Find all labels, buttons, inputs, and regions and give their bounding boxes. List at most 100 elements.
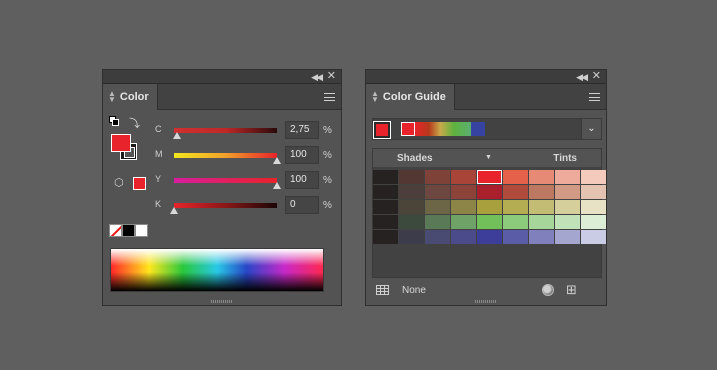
- slider-label: Y: [155, 174, 162, 184]
- panel-menu-icon[interactable]: [589, 93, 600, 101]
- collapse-icon[interactable]: ◀◀: [576, 71, 588, 83]
- guide-color-cell[interactable]: [451, 170, 476, 184]
- guide-color-cell[interactable]: [399, 230, 424, 244]
- guide-color-cell[interactable]: [477, 230, 502, 244]
- harmony-rules-strip[interactable]: [401, 122, 485, 136]
- guide-color-cell[interactable]: [373, 230, 398, 244]
- close-icon[interactable]: ✕: [592, 70, 601, 83]
- tab-arrows-icon: ▲ ▼: [371, 89, 379, 104]
- guide-grid-area: Shades ▼ Tints: [372, 148, 606, 278]
- guide-color-cell[interactable]: [373, 215, 398, 229]
- chevron-down-icon[interactable]: ⌄: [581, 119, 601, 139]
- guide-color-cell[interactable]: [425, 170, 450, 184]
- guide-color-cell[interactable]: [529, 200, 554, 214]
- guide-color-cell[interactable]: [503, 215, 528, 229]
- slider-value-field[interactable]: 2,75: [285, 121, 319, 139]
- guide-color-cell[interactable]: [477, 215, 502, 229]
- guide-color-cell[interactable]: [373, 170, 398, 184]
- slider-track[interactable]: [174, 128, 277, 133]
- shades-label: Shades: [397, 153, 433, 164]
- collapse-icon[interactable]: ◀◀: [311, 71, 323, 83]
- guide-color-cell[interactable]: [581, 200, 606, 214]
- guide-color-cell[interactable]: [555, 215, 580, 229]
- guide-color-cell[interactable]: [529, 230, 554, 244]
- slider-track[interactable]: [174, 178, 277, 183]
- guide-color-cell[interactable]: [503, 170, 528, 184]
- guide-color-cell[interactable]: [451, 185, 476, 199]
- tab-color-guide[interactable]: ▲ ▼ Color Guide: [366, 84, 455, 110]
- guide-color-cell[interactable]: [425, 230, 450, 244]
- guide-color-cell[interactable]: [555, 230, 580, 244]
- resize-grip[interactable]: [211, 300, 233, 303]
- cube-icon[interactable]: ⬡: [114, 178, 125, 189]
- tab-color[interactable]: ▲ ▼ Color: [103, 84, 158, 110]
- fill-swatch[interactable]: [111, 134, 131, 152]
- save-group-icon[interactable]: ⊞: [566, 282, 577, 298]
- white-swatch[interactable]: [135, 224, 148, 237]
- guide-color-cell[interactable]: [503, 185, 528, 199]
- panel-topbar: ◀◀ ✕: [103, 70, 341, 84]
- guide-color-cell[interactable]: [425, 200, 450, 214]
- slider-track[interactable]: [174, 203, 277, 208]
- closest-color-swatch[interactable]: [133, 177, 146, 190]
- guide-color-cell[interactable]: [529, 170, 554, 184]
- guide-color-cell[interactable]: [373, 185, 398, 199]
- guide-color-cell[interactable]: [399, 215, 424, 229]
- percent-label: %: [323, 200, 332, 211]
- guide-color-cell[interactable]: [425, 215, 450, 229]
- guide-color-cell[interactable]: [477, 170, 502, 184]
- percent-label: %: [323, 125, 332, 136]
- color-spectrum[interactable]: [110, 248, 324, 292]
- guide-color-cell[interactable]: [399, 200, 424, 214]
- slider-label: M: [155, 149, 163, 159]
- guide-color-cell[interactable]: [373, 200, 398, 214]
- tints-label: Tints: [553, 153, 577, 164]
- gamut-row: ⬡: [114, 177, 146, 190]
- edit-colors-icon[interactable]: [542, 284, 554, 296]
- guide-color-cell[interactable]: [581, 185, 606, 199]
- slider-thumb[interactable]: [273, 157, 281, 164]
- guide-color-cell[interactable]: [581, 230, 606, 244]
- guide-color-cell[interactable]: [503, 200, 528, 214]
- guide-color-cell[interactable]: [451, 200, 476, 214]
- guide-color-cell[interactable]: [581, 215, 606, 229]
- slider-thumb[interactable]: [172, 132, 181, 139]
- none-swatch[interactable]: [109, 224, 122, 237]
- guide-color-cell[interactable]: [451, 215, 476, 229]
- guide-color-cell[interactable]: [555, 185, 580, 199]
- guide-color-cell[interactable]: [399, 185, 424, 199]
- guide-color-cell[interactable]: [425, 185, 450, 199]
- slider-value-field[interactable]: 0: [285, 196, 319, 214]
- slider-value-field[interactable]: 100: [285, 171, 319, 189]
- guide-color-cell[interactable]: [477, 200, 502, 214]
- base-color-swatch[interactable]: [373, 121, 391, 139]
- color-group-icon[interactable]: [376, 285, 389, 295]
- default-colors-icon[interactable]: [109, 116, 119, 126]
- guide-color-cell[interactable]: [555, 170, 580, 184]
- guide-grid-header: Shades ▼ Tints: [373, 149, 601, 167]
- slider-value-field[interactable]: 100: [285, 146, 319, 164]
- guide-color-cell[interactable]: [477, 185, 502, 199]
- guide-color-cell[interactable]: [555, 200, 580, 214]
- slider-track[interactable]: [174, 153, 277, 158]
- slider-y: Y 100%: [155, 171, 337, 191]
- caret-down-icon[interactable]: ▼: [485, 154, 492, 161]
- slider-thumb[interactable]: [170, 207, 178, 214]
- guide-color-cell[interactable]: [451, 230, 476, 244]
- guide-color-cell[interactable]: [529, 185, 554, 199]
- harmony-color: [401, 122, 415, 136]
- swap-icon[interactable]: ⤵: [129, 115, 140, 131]
- slider-label: C: [155, 124, 162, 134]
- harmony-color: [415, 122, 471, 136]
- close-icon[interactable]: ✕: [327, 70, 336, 83]
- quick-swatches: [109, 224, 148, 237]
- panel-menu-icon[interactable]: [324, 93, 335, 101]
- guide-color-cell[interactable]: [399, 170, 424, 184]
- guide-footer: None ⊞: [372, 282, 602, 300]
- slider-thumb[interactable]: [273, 182, 281, 189]
- guide-color-cell[interactable]: [581, 170, 606, 184]
- guide-color-cell[interactable]: [529, 215, 554, 229]
- resize-grip[interactable]: [475, 300, 497, 303]
- black-swatch[interactable]: [122, 224, 135, 237]
- guide-color-cell[interactable]: [503, 230, 528, 244]
